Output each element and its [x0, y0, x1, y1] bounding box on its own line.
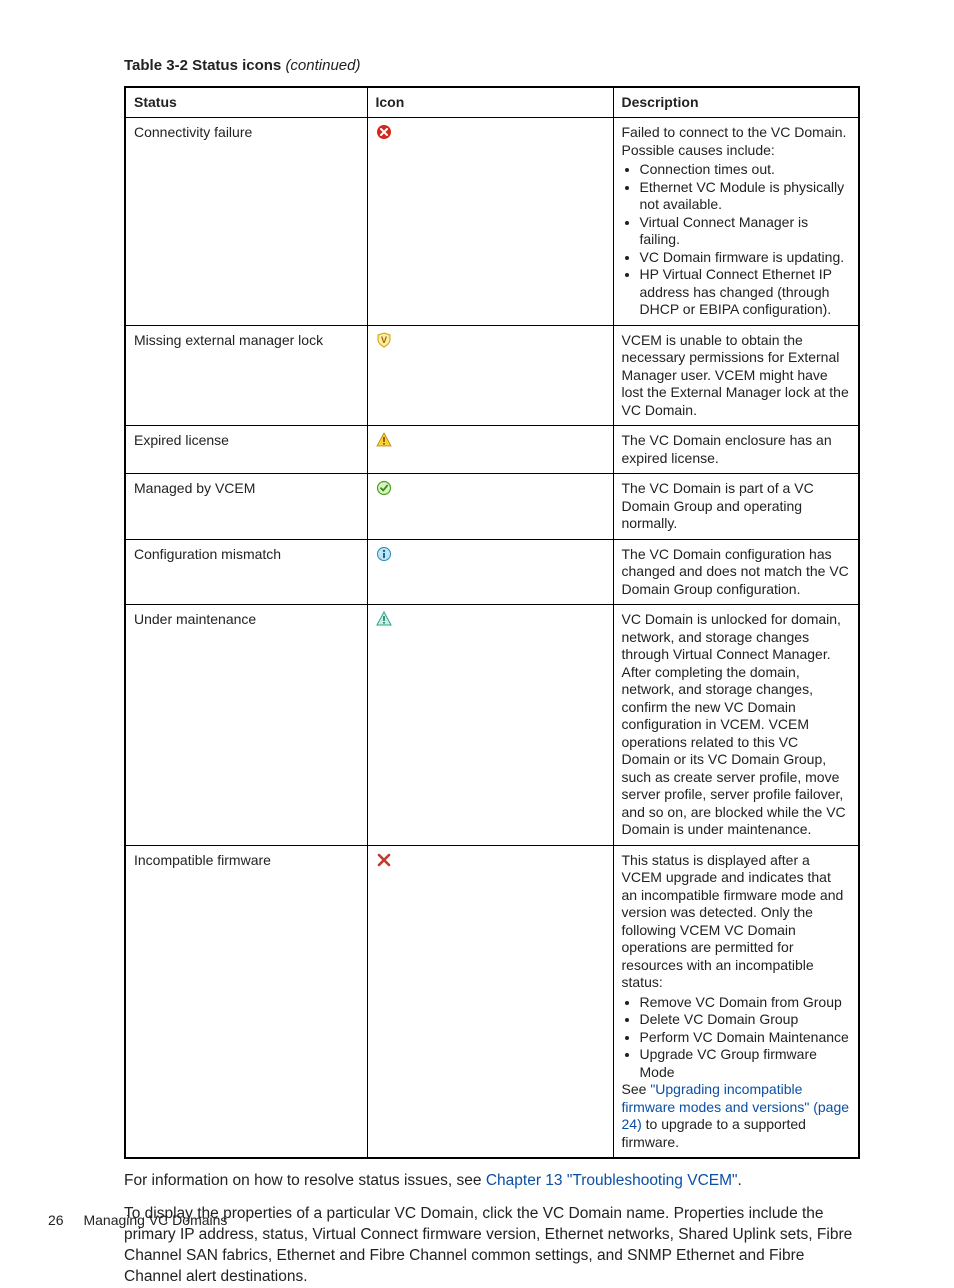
- paragraph-troubleshooting-link: For information on how to resolve status…: [124, 1171, 864, 1192]
- bullet: VC Domain firmware is updating.: [640, 249, 851, 267]
- svg-text:V: V: [380, 335, 386, 345]
- cell-description: VCEM is unable to obtain the necessary p…: [613, 325, 859, 426]
- maintenance-triangle-icon: [376, 611, 392, 627]
- cell-icon: [367, 118, 613, 326]
- bullet: Perform VC Domain Maintenance: [640, 1029, 851, 1047]
- desc-intro: Failed to connect to the VC Domain. Poss…: [622, 124, 847, 158]
- error-circle-icon: [376, 124, 392, 140]
- paragraph-properties: To display the properties of a particula…: [124, 1204, 864, 1288]
- desc-bullets: Remove VC Domain from Group Delete VC Do…: [622, 994, 851, 1082]
- troubleshooting-link[interactable]: Chapter 13 "Troubleshooting VCEM": [486, 1172, 738, 1189]
- page-footer: 26 Managing VC Domains: [48, 1211, 227, 1229]
- desc-tail-pre: See: [622, 1081, 651, 1097]
- bullet: HP Virtual Connect Ethernet IP address h…: [640, 266, 851, 319]
- cell-icon: [367, 474, 613, 540]
- warning-triangle-icon: [376, 432, 392, 448]
- desc-bullets: Connection times out. Ethernet VC Module…: [622, 161, 851, 319]
- bullet: Remove VC Domain from Group: [640, 994, 851, 1012]
- table-caption-continued: (continued): [285, 57, 360, 74]
- cell-status: Configuration mismatch: [125, 539, 367, 605]
- table-row: Configuration mismatch The VC Domain con…: [125, 539, 859, 605]
- cell-status: Missing external manager lock: [125, 325, 367, 426]
- table-row: Managed by VCEM The VC Domain is part of…: [125, 474, 859, 540]
- bullet: Virtual Connect Manager is failing.: [640, 214, 851, 249]
- table-row: Missing external manager lock V VCEM is …: [125, 325, 859, 426]
- document-page: Table 3-2 Status icons (continued) Statu…: [0, 0, 954, 1271]
- table-row: Incompatible firmware This status is dis…: [125, 845, 859, 1158]
- cell-description: The VC Domain configuration has changed …: [613, 539, 859, 605]
- table-row: Under maintenance VC Domain is unlocked …: [125, 605, 859, 846]
- info-mismatch-icon: [376, 546, 392, 562]
- table-row: Connectivity failure Failed to connect t…: [125, 118, 859, 326]
- table-header-row: Status Icon Description: [125, 87, 859, 118]
- cell-status: Expired license: [125, 426, 367, 474]
- cell-description: The VC Domain enclosure has an expired l…: [613, 426, 859, 474]
- bullet: Upgrade VC Group firmware Mode: [640, 1046, 851, 1081]
- cell-status: Under maintenance: [125, 605, 367, 846]
- para1-post: .: [738, 1172, 742, 1189]
- bullet: Delete VC Domain Group: [640, 1011, 851, 1029]
- desc-intro: This status is displayed after a VCEM up…: [622, 852, 844, 991]
- cell-icon: V: [367, 325, 613, 426]
- ok-check-circle-icon: [376, 480, 392, 496]
- table-row: Expired license The VC Domain enclosure …: [125, 426, 859, 474]
- page-number: 26: [48, 1212, 64, 1228]
- cell-status: Managed by VCEM: [125, 474, 367, 540]
- desc-tail-post: to upgrade to a supported firmware.: [622, 1116, 806, 1150]
- incompatible-x-icon: [376, 852, 392, 868]
- lock-shield-icon: V: [376, 332, 392, 348]
- status-icons-table: Status Icon Description Connectivity fai…: [124, 86, 860, 1160]
- para1-pre: For information on how to resolve status…: [124, 1172, 486, 1189]
- col-icon: Icon: [367, 87, 613, 118]
- cell-status: Incompatible firmware: [125, 845, 367, 1158]
- cell-icon: [367, 539, 613, 605]
- cell-icon: [367, 845, 613, 1158]
- bullet: Connection times out.: [640, 161, 851, 179]
- bullet: Ethernet VC Module is physically not ava…: [640, 179, 851, 214]
- table-caption-text: Table 3-2 Status icons: [124, 57, 281, 74]
- cell-description: This status is displayed after a VCEM up…: [613, 845, 859, 1158]
- cell-description: Failed to connect to the VC Domain. Poss…: [613, 118, 859, 326]
- cell-icon: [367, 605, 613, 846]
- cell-icon: [367, 426, 613, 474]
- cell-description: VC Domain is unlocked for domain, networ…: [613, 605, 859, 846]
- cell-status: Connectivity failure: [125, 118, 367, 326]
- col-description: Description: [613, 87, 859, 118]
- cell-description: The VC Domain is part of a VC Domain Gro…: [613, 474, 859, 540]
- footer-section: Managing VC Domains: [83, 1212, 227, 1228]
- col-status: Status: [125, 87, 367, 118]
- table-caption: Table 3-2 Status icons (continued): [124, 56, 864, 76]
